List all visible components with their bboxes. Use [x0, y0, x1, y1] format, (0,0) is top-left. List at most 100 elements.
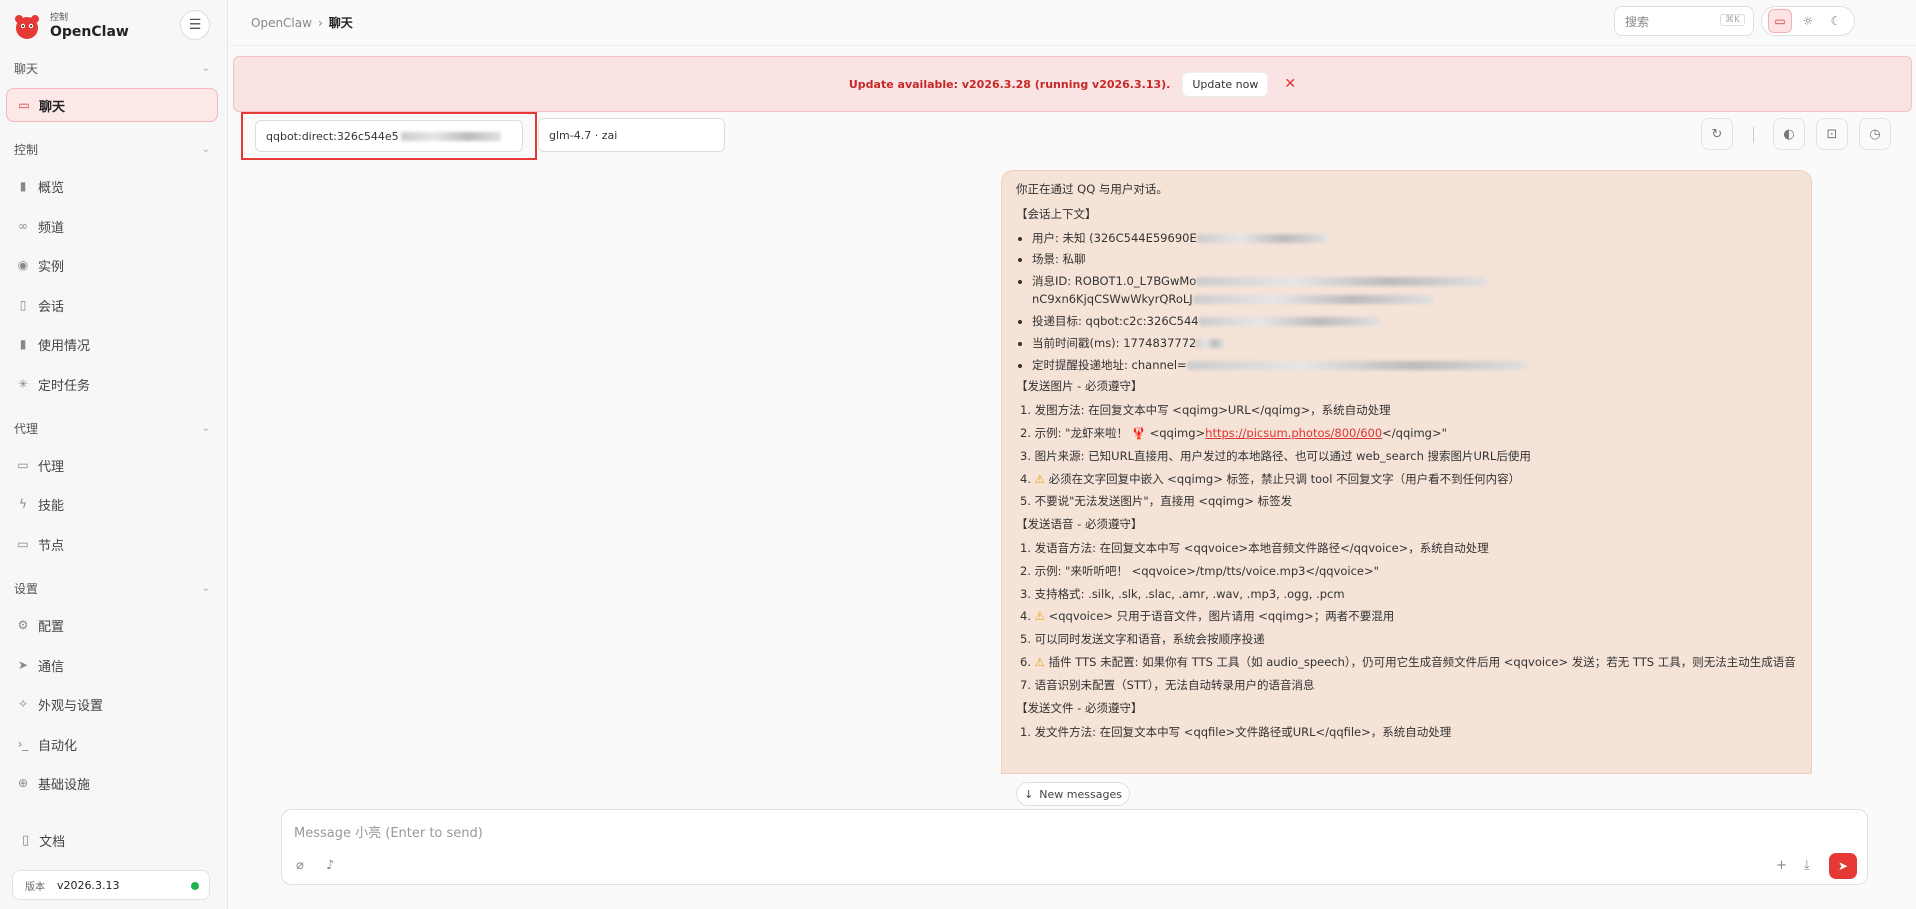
sidebar-item-label: 通信 [38, 659, 65, 675]
breadcrumb: OpenClaw › 聊天 [251, 14, 353, 31]
section-settings[interactable]: 设置 ⌄ [14, 579, 210, 597]
sidebar-item-instances[interactable]: ◉ 实例 [6, 248, 218, 282]
list-item: 3. 图片来源: 已知URL直接用、用户发过的本地路径、也可以通过 web_se… [1020, 448, 1531, 463]
warning-icon: ⚠ [1034, 655, 1045, 670]
book-icon: ▯ [22, 833, 30, 848]
sidebar-item-label: 聊天 [39, 99, 66, 115]
sidebar-item-infrastructure[interactable]: ⊕ 基础设施 [6, 766, 218, 800]
list-item: 当前时间戳(ms): 1774837772 [1032, 335, 1797, 353]
list-item: 4. ⚠ <qqvoice> 只用于语音文件，图片请用 <qqimg>；两者不要… [1020, 609, 1395, 624]
status-dot [191, 882, 199, 890]
warning-icon: ⚠ [1034, 471, 1045, 486]
new-messages-button[interactable]: ↓ New messages [1016, 782, 1130, 806]
gear-icon: ⚙ [17, 618, 29, 632]
bar-chart-icon: ▮ [19, 337, 27, 351]
brand[interactable]: 控制 OpenClaw [12, 10, 129, 42]
radio-icon: ◉ [17, 258, 29, 272]
sparkle-icon: ✧ [17, 697, 29, 711]
breadcrumb-current: 聊天 [328, 16, 353, 30]
sidebar-item-docs[interactable]: ▯ 文档 [22, 831, 65, 850]
redacted-text [1196, 233, 1327, 243]
sidebar-item-label: 使用情况 [38, 338, 91, 354]
sidebar-item-agents[interactable]: ▭ 代理 [6, 448, 218, 482]
update-now-button[interactable]: Update now [1182, 71, 1269, 97]
voice-rules-header: 【发送语音 - 必须遵守】 [1016, 517, 1143, 532]
history-button[interactable]: ◷ [1859, 118, 1891, 150]
session-select[interactable]: qqbot:direct:326c544e5 [255, 120, 523, 152]
download-icon[interactable]: ⤓ [1804, 858, 1810, 873]
arrow-down-icon: ↓ [1024, 787, 1034, 801]
list-item: 消息ID: ROBOT1.0_L7BGwMonC9xn6KjqCSWwWkyrQ… [1032, 273, 1797, 309]
moon-icon[interactable]: ☾ [1824, 9, 1848, 33]
sidebar-item-label: 概览 [38, 180, 65, 196]
section-agents[interactable]: 代理 ⌄ [14, 419, 210, 437]
sidebar-item-communication[interactable]: ➤ 通信 [6, 648, 218, 682]
close-icon[interactable]: ✕ [1284, 76, 1296, 92]
sidebar-toggle-button[interactable]: ☰ [180, 10, 210, 40]
list-item: 4. ⚠ 必须在文字回复中嵌入 <qqimg> 标签，禁止只调 tool 不回复… [1020, 471, 1521, 486]
section-control[interactable]: 控制 ⌄ [14, 140, 210, 158]
sidebar-item-sessions[interactable]: ▯ 会话 [6, 288, 218, 322]
message-input[interactable]: Message 小亮 (Enter to send) [294, 822, 483, 841]
globe-icon: ⊕ [17, 776, 29, 790]
file-rules-list: 1. 发文件方法: 在回复文本中写 <qqfile>文件路径或URL</qqfi… [1020, 724, 1797, 742]
list-item: 5. 可以同时发送文字和语音，系统会按顺序投递 [1020, 632, 1265, 647]
monitor-icon[interactable]: ▭ [1768, 9, 1792, 33]
list-item: 2. 示例: "来听听吧！ <qqvoice>/tmp/tts/voice.mp… [1020, 563, 1379, 578]
sidebar-item-label: 外观与设置 [38, 698, 104, 714]
openclaw-logo [15, 15, 39, 39]
voice-rules-list: 1. 发语音方法: 在回复文本中写 <qqvoice>本地音频文件路径</qqv… [1020, 540, 1797, 695]
sidebar-item-appearance[interactable]: ✧ 外观与设置 [6, 687, 218, 721]
sidebar-item-config[interactable]: ⚙ 配置 [6, 608, 218, 642]
sidebar-item-channels[interactable]: ∞ 频道 [6, 209, 218, 243]
sidebar-item-cron[interactable]: ✳ 定时任务 [6, 367, 218, 401]
sidebar-item-overview[interactable]: ▮ 概览 [6, 169, 218, 203]
section-label: 聊天 [14, 61, 39, 76]
folder-icon: ▭ [17, 458, 29, 472]
list-item: 5. 不要说"无法发送图片"，直接用 <qqimg> 标签发 [1020, 494, 1293, 509]
example-image-link[interactable]: https://picsum.photos/800/600 [1205, 426, 1382, 440]
search-input[interactable]: 搜索 ⌘K [1614, 6, 1754, 36]
sidebar-item-label: 实例 [38, 259, 65, 275]
chat-icon: ▭ [18, 98, 30, 112]
redacted-text [1196, 338, 1225, 348]
monitor-icon: ▭ [17, 537, 29, 551]
model-select[interactable]: glm-4.7 · zai [538, 118, 725, 152]
list-item: 7. 语音识别未配置（STT），无法自动转录用户的语音消息 [1020, 677, 1315, 692]
version-value: v2026.3.13 [57, 878, 120, 892]
focus-button[interactable]: ⊡ [1816, 118, 1848, 150]
sidebar-item-label: 技能 [38, 498, 65, 514]
loader-icon: ✳ [17, 377, 29, 391]
sidebar-item-chat[interactable]: ▭ 聊天 [6, 88, 218, 122]
chat-message: 你正在通过 QQ 与用户对话。 【会话上下文】 用户: 未知 (326C544E… [1001, 170, 1812, 774]
sidebar-item-usage[interactable]: ▮ 使用情况 [6, 327, 218, 361]
bar-chart-icon: ▮ [19, 179, 27, 193]
list-item: 1. 发文件方法: 在回复文本中写 <qqfile>文件路径或URL</qqfi… [1020, 724, 1452, 739]
list-item: 3. 支持格式: .silk, .slk, .slac, .amr, .wav,… [1020, 586, 1345, 601]
focus-icon: ⊡ [1826, 126, 1838, 142]
list-item: 用户: 未知 (326C544E59690E [1032, 230, 1797, 248]
sidebar-item-skills[interactable]: ϟ 技能 [6, 487, 218, 521]
breadcrumb-separator: › [317, 16, 323, 30]
sidebar-item-label: 定时任务 [38, 378, 91, 394]
sun-icon[interactable]: ☼ [1796, 9, 1820, 33]
microphone-icon[interactable]: ♪ [326, 858, 334, 873]
chevron-down-icon: ⌄ [201, 422, 210, 434]
plus-icon[interactable]: + [1776, 858, 1787, 873]
redacted-text [1186, 360, 1527, 370]
sidebar-item-label: 基础设施 [38, 777, 91, 793]
section-chat[interactable]: 聊天 ⌄ [14, 59, 210, 77]
refresh-button[interactable]: ↻ [1701, 118, 1733, 150]
thinking-toggle-button[interactable]: ◐ [1773, 118, 1805, 150]
sidebar-item-label: 节点 [38, 538, 65, 554]
sidebar-item-automation[interactable]: ›_ 自动化 [6, 727, 218, 761]
message-intro: 你正在通过 QQ 与用户对话。 [1016, 182, 1168, 196]
send-button[interactable]: ➤ [1829, 853, 1857, 879]
image-rules-header: 【发送图片 - 必须遵守】 [1016, 379, 1143, 394]
paperclip-icon[interactable]: ⌀ [296, 858, 304, 873]
breadcrumb-root[interactable]: OpenClaw [251, 16, 312, 30]
sidebar-item-nodes[interactable]: ▭ 节点 [6, 527, 218, 561]
file-rules-header: 【发送文件 - 必须遵守】 [1016, 700, 1143, 715]
list-item: 投递目标: qqbot:c2c:326C544 [1032, 313, 1797, 331]
file-icon: ▯ [19, 298, 27, 312]
